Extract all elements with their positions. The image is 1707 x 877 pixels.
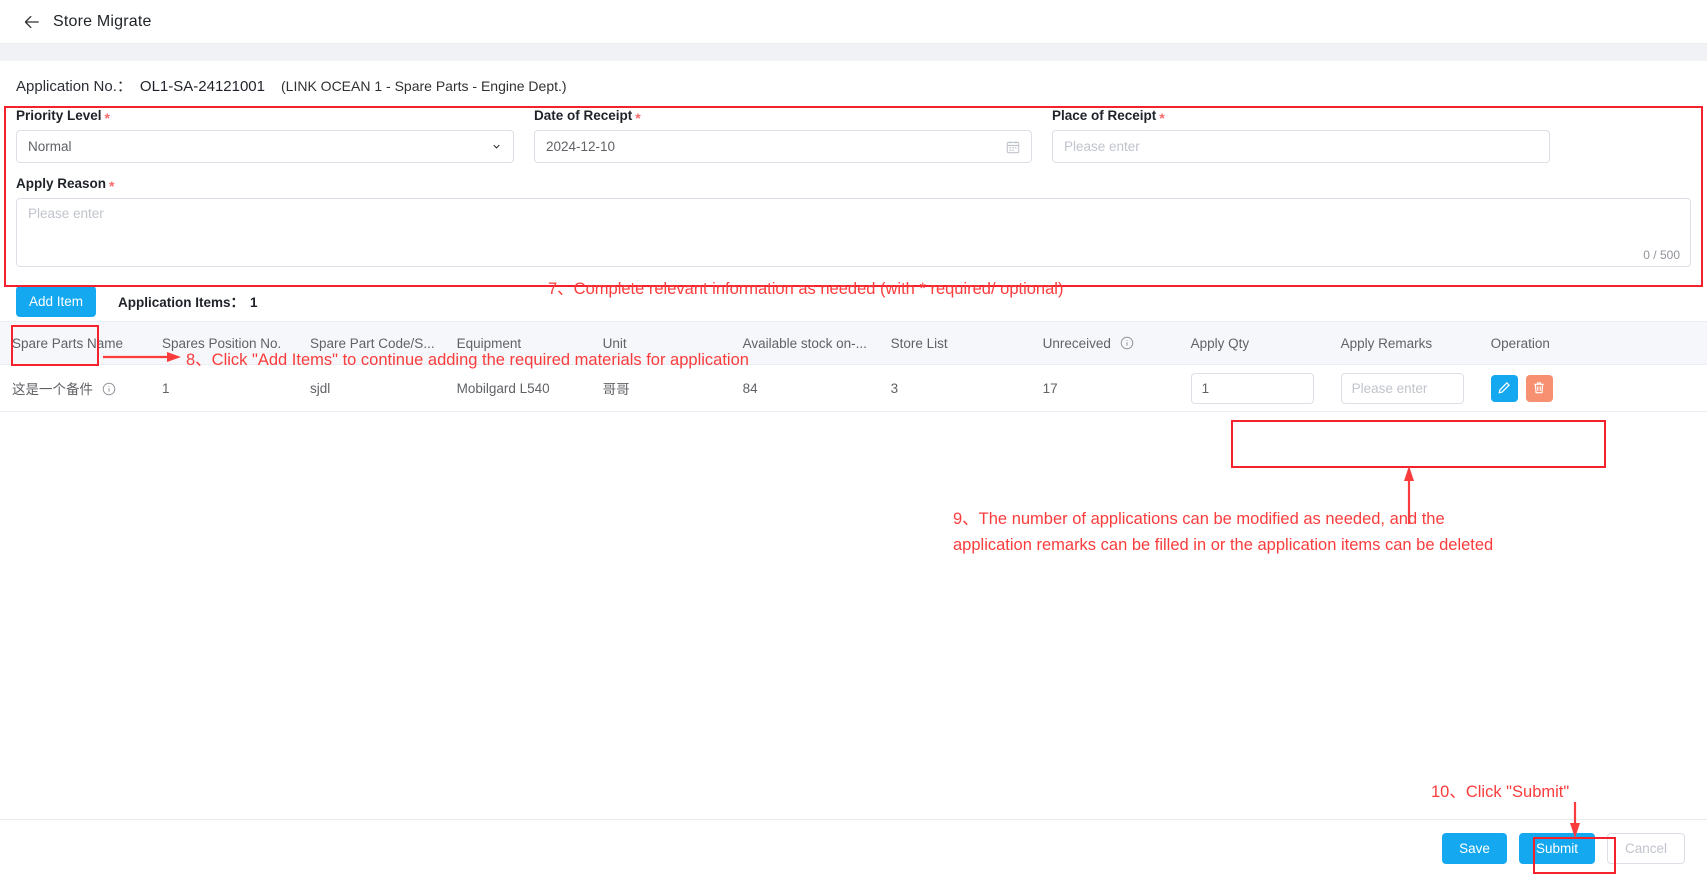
add-item-button[interactable]: Add Item xyxy=(16,285,97,317)
store-migrate-page: Store Migrate Application No.： OL1-SA-24… xyxy=(0,0,1707,877)
info-circle-icon[interactable] xyxy=(102,382,116,396)
submit-button[interactable]: Submit xyxy=(1518,833,1595,864)
apply-remarks-placeholder: Please enter xyxy=(1351,380,1428,396)
required-marker: * xyxy=(104,109,110,126)
pencil-icon xyxy=(1498,382,1511,394)
save-button[interactable]: Save xyxy=(1442,833,1507,864)
annotation-step-8: 8、Click "Add Items" to continue adding t… xyxy=(186,351,749,369)
cell-apply-remarks: Please enter xyxy=(1328,364,1479,412)
priority-level-select[interactable]: Normal xyxy=(16,130,514,163)
priority-level-label-text: Priority Level xyxy=(16,108,102,123)
form-section: Priority Level * Normal Date of Receipt … xyxy=(0,108,1707,267)
annotation-arrow-8 xyxy=(103,352,181,362)
spare-parts-name-text: 这是一个备件 xyxy=(12,382,93,397)
date-of-receipt-value: 2024-12-10 xyxy=(546,139,616,154)
required-marker: * xyxy=(1159,109,1165,126)
place-of-receipt-placeholder: Please enter xyxy=(1064,139,1140,154)
col-apply-qty: Apply Qty xyxy=(1178,321,1329,365)
col-store-list: Store List xyxy=(878,321,1031,365)
annotation-arrow-10 xyxy=(1570,802,1580,838)
page-title: Store Migrate xyxy=(53,12,152,30)
priority-level-label: Priority Level * xyxy=(16,108,514,126)
col-available-stock: Available stock on-... xyxy=(730,321,879,365)
required-marker: * xyxy=(635,109,641,126)
place-of-receipt-label: Place of Receipt * xyxy=(1052,108,1550,126)
col-unreceived: Unreceived xyxy=(1030,321,1179,365)
top-bar: Store Migrate xyxy=(0,0,1707,44)
cell-apply-qty: 1 xyxy=(1178,364,1329,412)
vessel-info: (LINK OCEAN 1 - Spare Parts - Engine Dep… xyxy=(281,78,567,94)
application-items-counter: Application Items： 1 xyxy=(118,291,258,311)
apply-reason-textarea[interactable]: Please enter 0 / 500 xyxy=(16,198,1691,267)
date-of-receipt-label-text: Date of Receipt xyxy=(534,108,633,123)
apply-reason-counter: 0 / 500 xyxy=(1643,248,1680,262)
cell-store-list: 3 xyxy=(878,364,1031,412)
priority-level-value: Normal xyxy=(28,139,72,154)
place-of-receipt-input[interactable]: Please enter xyxy=(1052,130,1550,163)
delete-row-button[interactable] xyxy=(1525,374,1553,402)
apply-reason-label-text: Apply Reason xyxy=(16,176,107,191)
col-apply-remarks: Apply Remarks xyxy=(1328,321,1479,365)
apply-qty-value: 1 xyxy=(1201,380,1210,396)
chevron-down-icon xyxy=(493,144,500,149)
edit-row-button[interactable] xyxy=(1490,374,1518,402)
operation-buttons xyxy=(1490,374,1697,402)
cell-operation xyxy=(1478,364,1707,412)
cancel-button[interactable]: Cancel xyxy=(1606,833,1685,864)
application-no-value: OL1-SA-24121001 xyxy=(139,78,265,95)
col-operation: Operation xyxy=(1478,321,1707,365)
annotation-step-9-line-2: application remarks can be filled in or … xyxy=(953,536,1494,554)
required-marker: * xyxy=(109,177,115,194)
field-date-of-receipt: Date of Receipt * 2024-12-10 xyxy=(534,108,1032,163)
annotation-step-7: 7、Complete relevant information as neede… xyxy=(548,280,1064,298)
apply-reason-placeholder: Please enter xyxy=(28,206,104,221)
trash-icon xyxy=(1534,382,1544,394)
apply-qty-input[interactable]: 1 xyxy=(1190,372,1314,404)
highlight-apply-qty-operation xyxy=(1231,420,1606,468)
field-place-of-receipt: Place of Receipt * Please enter xyxy=(1052,108,1550,163)
col-unreceived-text: Unreceived xyxy=(1042,335,1111,351)
application-items-count: 1 xyxy=(250,295,258,310)
back-arrow-icon[interactable] xyxy=(22,12,42,32)
date-of-receipt-input[interactable]: 2024-12-10 xyxy=(534,130,1032,163)
calendar-icon xyxy=(1006,140,1020,153)
form-row-1: Priority Level * Normal Date of Receipt … xyxy=(16,108,1691,163)
field-priority-level: Priority Level * Normal xyxy=(16,108,514,163)
apply-reason-label: Apply Reason * xyxy=(16,176,1691,194)
application-no-label: Application No.： xyxy=(16,78,132,95)
footer-action-bar: Save Submit Cancel xyxy=(0,819,1707,877)
cell-spare-parts-name: 这是一个备件 xyxy=(0,364,150,412)
annotation-step-10: 10、Click "Submit" xyxy=(1431,783,1570,801)
section-divider xyxy=(0,44,1707,61)
date-of-receipt-label: Date of Receipt * xyxy=(534,108,1032,126)
field-apply-reason: Apply Reason * Please enter 0 / 500 xyxy=(16,176,1691,267)
apply-remarks-input[interactable]: Please enter xyxy=(1340,372,1464,404)
place-of-receipt-label-text: Place of Receipt xyxy=(1052,108,1157,123)
annotation-step-9-line-1: 9、The number of applications can be modi… xyxy=(953,510,1445,528)
cell-available-stock: 84 xyxy=(730,364,879,412)
info-circle-icon[interactable] xyxy=(1120,336,1134,350)
cell-unreceived: 17 xyxy=(1030,364,1179,412)
application-items-label: Application Items： xyxy=(118,295,245,310)
application-no-row: Application No.： OL1-SA-24121001 (LINK O… xyxy=(0,61,1707,108)
